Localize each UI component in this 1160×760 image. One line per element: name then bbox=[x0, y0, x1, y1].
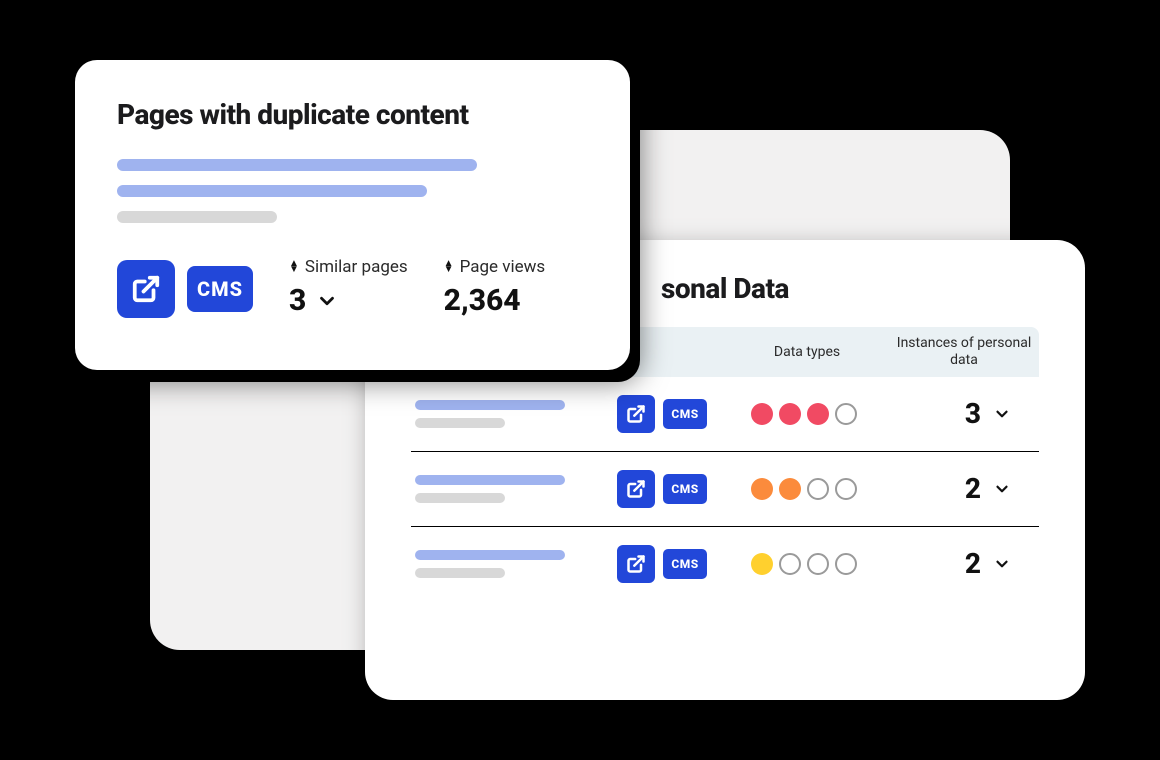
row-text-placeholder bbox=[415, 475, 605, 503]
chevron-down-icon bbox=[993, 405, 1011, 423]
instances-count[interactable]: 2 bbox=[891, 472, 1011, 505]
data-type-dots bbox=[729, 553, 879, 575]
similar-pages-label: Similar pages bbox=[305, 257, 408, 277]
placeholder-line bbox=[117, 185, 427, 197]
cms-button[interactable]: CMS bbox=[663, 399, 707, 429]
placeholder-line bbox=[117, 159, 477, 171]
header-instances: Instances of personal data bbox=[889, 335, 1039, 369]
chevron-down-icon bbox=[993, 555, 1011, 573]
open-external-icon[interactable] bbox=[617, 545, 655, 583]
page-views-value: 2,364 bbox=[444, 283, 521, 318]
sort-icon: ▲▼ bbox=[289, 261, 299, 273]
chevron-down-icon bbox=[993, 480, 1011, 498]
cms-button[interactable]: CMS bbox=[187, 266, 253, 312]
row-text-placeholder bbox=[415, 400, 605, 428]
sort-icon: ▲▼ bbox=[444, 261, 454, 273]
cms-button[interactable]: CMS bbox=[663, 474, 707, 504]
duplicate-content-title: Pages with duplicate content bbox=[117, 98, 588, 131]
page-views-stat[interactable]: ▲▼ Page views 2,364 bbox=[444, 257, 546, 318]
data-type-dots bbox=[729, 478, 879, 500]
chevron-down-icon bbox=[316, 290, 338, 312]
open-external-icon[interactable] bbox=[617, 470, 655, 508]
page-views-label: Page views bbox=[460, 257, 546, 277]
instances-count[interactable]: 2 bbox=[891, 547, 1011, 580]
header-data-types: Data types bbox=[737, 344, 877, 360]
similar-pages-stat[interactable]: ▲▼ Similar pages 3 bbox=[289, 257, 408, 318]
row-text-placeholder bbox=[415, 550, 605, 578]
table-row: CMS 3 bbox=[411, 377, 1039, 452]
duplicate-content-card: Pages with duplicate content CMS ▲▼ Simi… bbox=[75, 60, 630, 370]
similar-pages-value: 3 bbox=[289, 283, 306, 318]
table-row: CMS 2 bbox=[411, 452, 1039, 527]
data-type-dots bbox=[729, 403, 879, 425]
cms-button[interactable]: CMS bbox=[663, 549, 707, 579]
table-row: CMS 2 bbox=[411, 527, 1039, 601]
open-external-icon[interactable] bbox=[617, 395, 655, 433]
open-external-icon[interactable] bbox=[117, 260, 175, 318]
placeholder-line bbox=[117, 211, 277, 223]
instances-count[interactable]: 3 bbox=[891, 397, 1011, 430]
